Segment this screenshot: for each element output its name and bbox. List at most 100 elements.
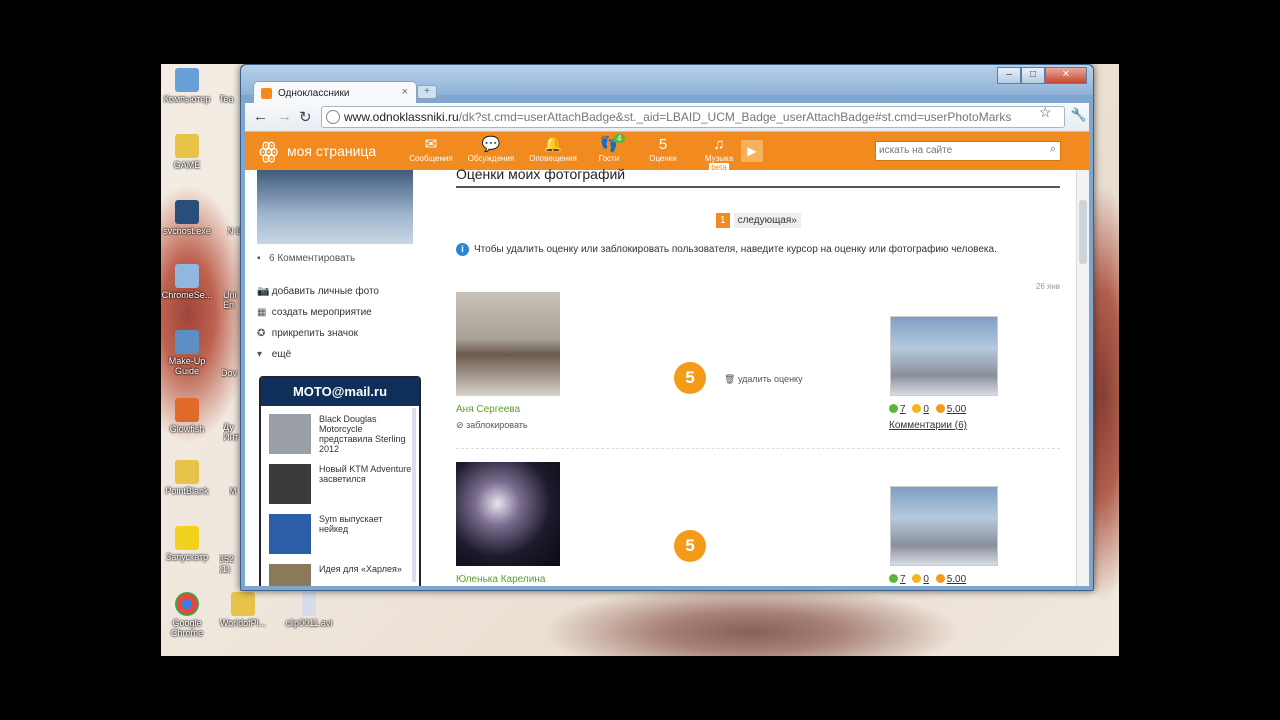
divider bbox=[456, 448, 1060, 449]
info-icon: i bbox=[456, 243, 469, 256]
ok-logo-icon[interactable]: ꙮ bbox=[259, 138, 278, 164]
new-tab-button[interactable]: + bbox=[417, 85, 437, 99]
next-page-link[interactable]: следующая» bbox=[733, 213, 801, 228]
moto-mail-ad[interactable]: MOTO@mail.ru Black Douglas Motorcycle пр… bbox=[259, 376, 421, 586]
nav-messages[interactable]: ✉ Сообщения bbox=[407, 136, 455, 163]
rating-entry: Аня Сергеева ⊘ заблокировать 5 🗑 удалить… bbox=[456, 292, 1060, 462]
forward-button[interactable]: → bbox=[277, 108, 292, 125]
rater-photo[interactable] bbox=[456, 462, 560, 566]
url-path: /dk?st.cmd=userAttachBadge&st._aid=LBAID… bbox=[458, 110, 1012, 124]
scrollbar-thumb[interactable] bbox=[1079, 200, 1087, 264]
minimize-button[interactable]: – bbox=[997, 67, 1021, 84]
ad-thumbnail bbox=[269, 514, 311, 554]
desktop-icon-clip[interactable]: clip0011.avi bbox=[281, 592, 337, 628]
speech-bubble-icon: 💬 bbox=[481, 136, 501, 153]
reload-button[interactable]: ↻ bbox=[299, 108, 312, 126]
rating-mark[interactable]: 5 bbox=[674, 530, 706, 562]
maximize-button[interactable]: □ bbox=[1021, 67, 1045, 84]
ad-scrollbar[interactable] bbox=[412, 408, 416, 582]
search-input[interactable] bbox=[876, 142, 1039, 158]
desktop-icon-partial[interactable]: 352 (1) bbox=[219, 554, 241, 574]
desktop-icon-makeup-guide[interactable]: Make-Up Guide bbox=[161, 330, 215, 376]
desktop-icon-partial[interactable]: Tea bbox=[219, 94, 241, 104]
desktop-icon-svchost[interactable]: svchost.exe bbox=[161, 200, 215, 236]
block-icon: ⊘ bbox=[456, 420, 464, 430]
nav-discussions[interactable]: 💬 Обсуждения bbox=[467, 136, 515, 163]
comments-link[interactable]: ▪ 6 Комментировать bbox=[257, 253, 355, 264]
my-page-link[interactable]: моя страница bbox=[287, 143, 376, 159]
tab-title: Одноклассники bbox=[278, 88, 350, 99]
nav-ratings[interactable]: 5 Оценки bbox=[639, 136, 687, 163]
attach-badge-link[interactable]: ✪ прикрепить значок bbox=[257, 328, 358, 339]
app-icon bbox=[175, 526, 199, 550]
chevron-down-icon: ▾ bbox=[257, 349, 263, 360]
chrome-icon bbox=[175, 592, 199, 616]
desktop-icon-google-chrome[interactable]: Google Chrome bbox=[161, 592, 215, 638]
folder-icon bbox=[175, 134, 199, 158]
more-link[interactable]: ▾ ещё bbox=[257, 349, 291, 360]
delete-rating-link[interactable]: 🗑 удалить оценку bbox=[724, 374, 803, 385]
ad-item[interactable]: Идея для «Харлея» bbox=[269, 564, 409, 586]
info-message: i Чтобы удалить оценку или заблокировать … bbox=[456, 243, 997, 256]
music-play-button[interactable]: ▶ bbox=[741, 140, 763, 162]
window-controls: – □ ✕ bbox=[997, 67, 1087, 84]
close-button[interactable]: ✕ bbox=[1045, 67, 1087, 84]
stat-orange-icon bbox=[935, 404, 945, 413]
camera-icon: 📷 bbox=[257, 286, 270, 297]
left-column: ▪ 6 Комментировать 📷 добавить личные фото… bbox=[245, 170, 421, 586]
browser-tab[interactable]: Одноклассники × bbox=[253, 81, 417, 104]
wrench-menu-icon[interactable]: 🔧 bbox=[1071, 107, 1087, 123]
profile-photo[interactable] bbox=[257, 170, 413, 244]
rater-photo[interactable] bbox=[456, 292, 560, 396]
ad-item[interactable]: Black Douglas Motorcycle представила Ste… bbox=[269, 414, 409, 458]
stat-yellow-icon bbox=[912, 404, 922, 413]
address-bar[interactable]: www.odnoklassniki.ru/dk?st.cmd=userAttac… bbox=[321, 106, 1065, 128]
desktop-icon-computer[interactable]: Компьютер bbox=[161, 68, 215, 104]
ad-item[interactable]: Sym выпускает нейкед bbox=[269, 514, 409, 558]
music-note-icon: ♫ bbox=[713, 136, 725, 153]
rating-entry: Юленька Карелина 5 7 0 5.00 bbox=[456, 462, 1060, 586]
bell-icon: 🔔 bbox=[543, 136, 563, 153]
rater-name[interactable]: Аня Сергеева bbox=[456, 404, 520, 415]
comments-count-link[interactable]: Комментарии (6) bbox=[889, 420, 967, 431]
footprints-icon: 👣 bbox=[599, 136, 619, 153]
nav-notifications[interactable]: 🔔 Оповещения bbox=[529, 136, 577, 163]
desktop-icon-glowfish[interactable]: Glowfish bbox=[161, 398, 215, 434]
ok-header: ꙮ моя страница ✉ Сообщения 💬 Обсуждения 🔔 О… bbox=[245, 132, 1089, 172]
browser-toolbar: ← → ↻ www.odnoklassniki.ru/dk?st.cmd=use… bbox=[245, 103, 1089, 132]
page-content: ꙮ моя страница ✉ Сообщения 💬 Обсуждения 🔔 О… bbox=[245, 132, 1089, 586]
back-button[interactable]: ← bbox=[253, 108, 268, 125]
stat-green-icon bbox=[889, 404, 898, 413]
comment-icon: ▪ bbox=[257, 253, 261, 264]
rater-name[interactable]: Юленька Карелина bbox=[456, 574, 545, 585]
ad-item[interactable]: Новый KTM Adventure засветился bbox=[269, 464, 411, 508]
odnoklassniki-favicon-icon bbox=[261, 88, 272, 99]
desktop-icon-chromese[interactable]: ChromeSe... bbox=[161, 264, 215, 300]
nav-guests[interactable]: 👣 Гости 4 bbox=[585, 134, 633, 163]
stat-green-icon bbox=[889, 574, 898, 583]
rating-mark[interactable]: 5 bbox=[674, 362, 706, 394]
stat-orange-icon bbox=[935, 574, 945, 583]
rated-photo[interactable] bbox=[890, 486, 998, 566]
computer-icon bbox=[175, 68, 199, 92]
app-icon bbox=[175, 264, 199, 288]
create-event-link[interactable]: ▦ создать мероприятие bbox=[257, 307, 372, 318]
desktop-icon-launcher[interactable]: Запускатр bbox=[161, 526, 215, 562]
block-user-link[interactable]: ⊘ заблокировать bbox=[456, 420, 528, 431]
rated-photo[interactable] bbox=[890, 316, 998, 396]
tab-close-icon[interactable]: × bbox=[402, 86, 408, 98]
page-scrollbar[interactable] bbox=[1076, 170, 1089, 586]
app-icon bbox=[175, 398, 199, 422]
desktop-icon-game[interactable]: GAME bbox=[161, 134, 215, 170]
search-icon[interactable]: ⌕ bbox=[1050, 143, 1056, 156]
video-file-icon bbox=[302, 592, 316, 616]
desktop-icon-pointblank[interactable]: PointBlank bbox=[161, 460, 215, 496]
url-domain: www.odnoklassniki.ru bbox=[344, 110, 459, 124]
guests-badge: 4 bbox=[613, 134, 626, 143]
desktop-icon-worldofpl[interactable]: WorldofPl... bbox=[215, 592, 271, 628]
main-column: Оценки моих фотографий 1 следующая» i Чтоб… bbox=[456, 166, 1062, 586]
page-number[interactable]: 1 bbox=[716, 213, 730, 228]
add-photo-link[interactable]: 📷 добавить личные фото bbox=[257, 286, 379, 297]
bookmark-star-icon[interactable]: ☆ bbox=[1039, 104, 1052, 121]
browser-window: – □ ✕ Одноклассники × + ← → ↻ www.odnokl… bbox=[240, 64, 1094, 591]
